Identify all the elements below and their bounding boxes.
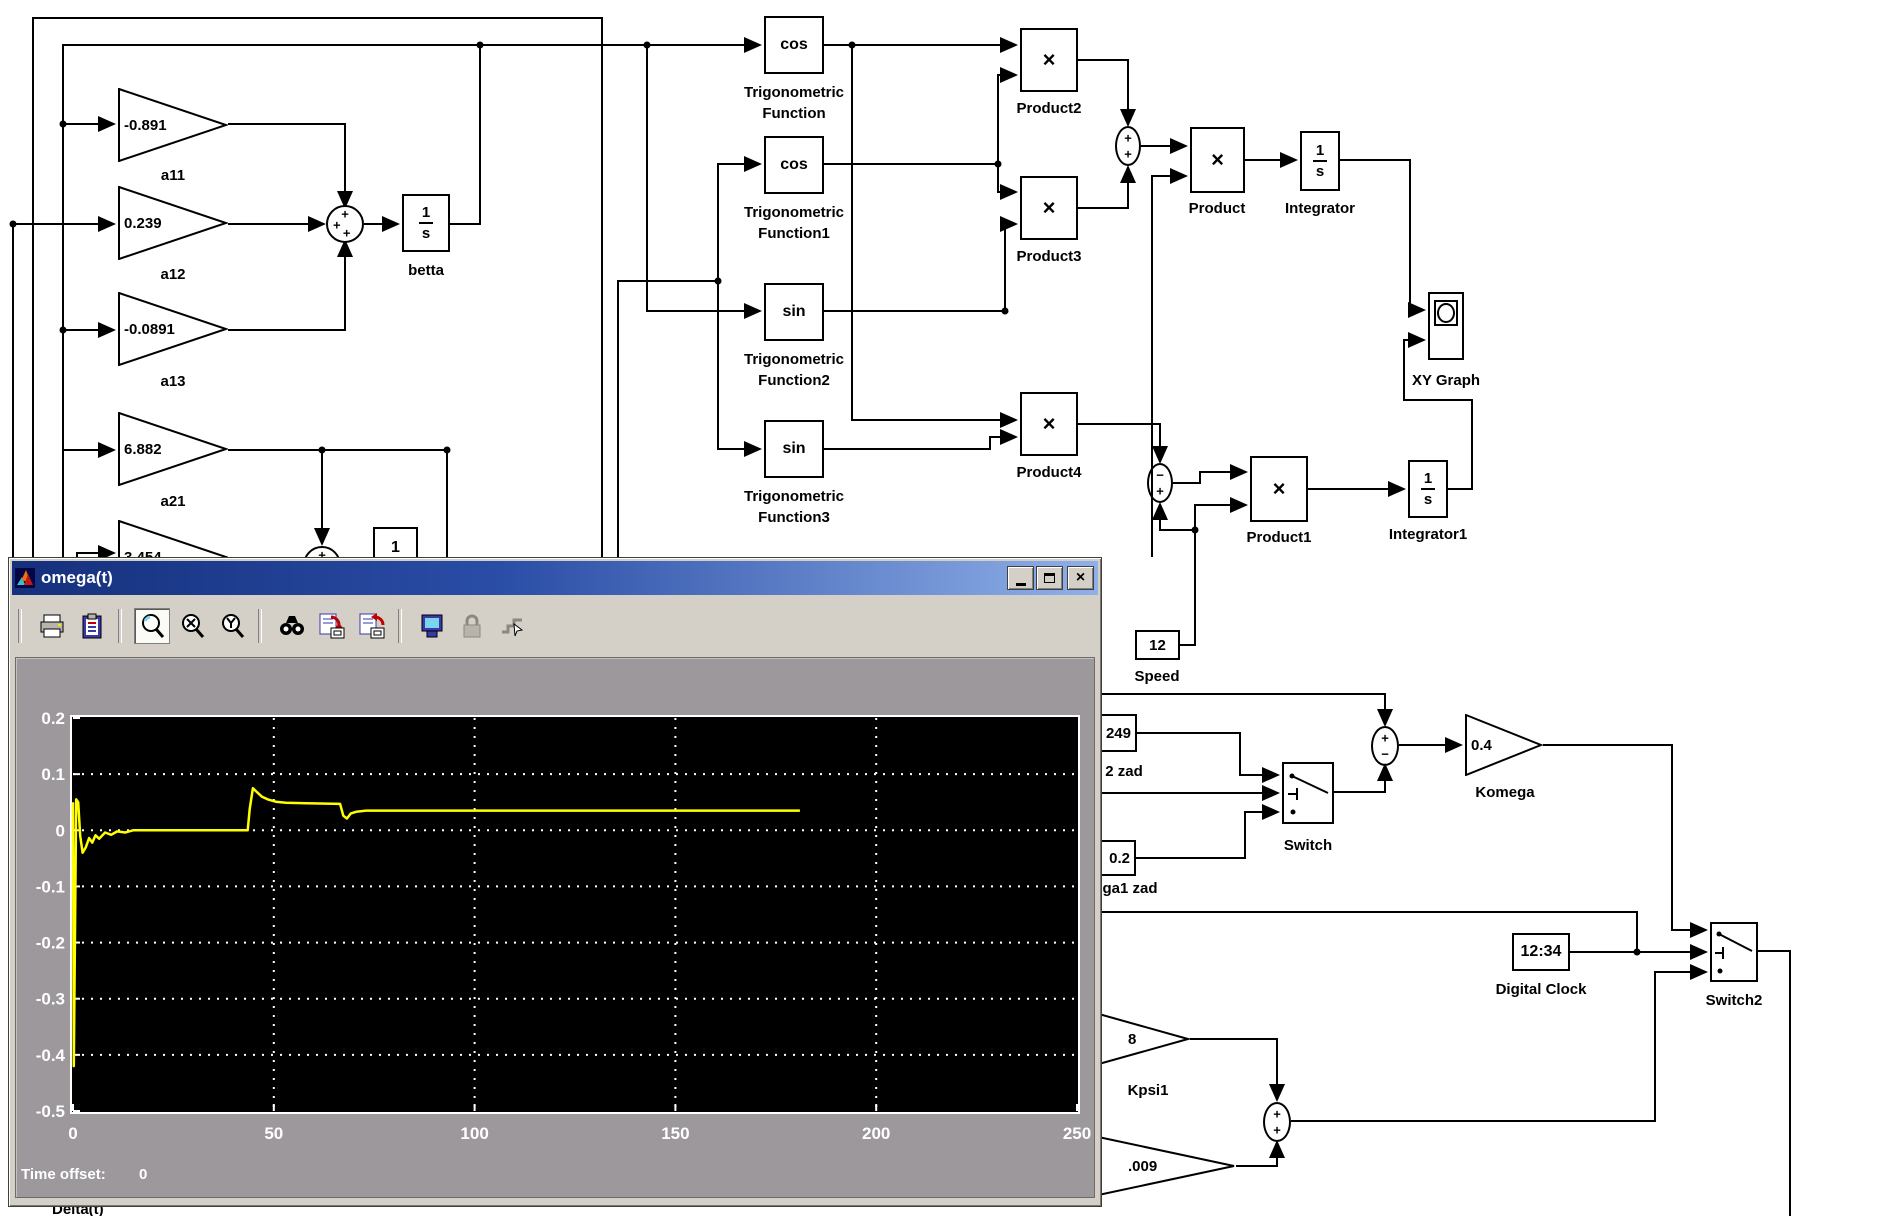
- gain-a13-value: -0.0891: [124, 292, 175, 366]
- scope-window[interactable]: omega(t) ×: [8, 557, 1102, 1207]
- gain-a12[interactable]: 0.239: [118, 186, 228, 260]
- svg-text:250: 250: [1063, 1124, 1091, 1143]
- gain-009-value: .009: [1128, 1134, 1157, 1198]
- integrator-betta[interactable]: 1 s: [402, 194, 450, 252]
- sum-betta-sign-left: +: [333, 217, 341, 232]
- gain-kpsi1-value: 8: [1128, 1008, 1136, 1070]
- gain-a13[interactable]: -0.0891: [118, 292, 228, 366]
- integrator-betta-fraction: 1 s: [419, 205, 433, 241]
- svg-text:-0.2: -0.2: [36, 934, 65, 953]
- plot-area[interactable]: [71, 716, 1079, 1113]
- sum-betta[interactable]: + + +: [326, 205, 364, 243]
- time-offset-value: 0: [139, 1166, 147, 1183]
- gain-a12-value: 0.239: [124, 186, 162, 260]
- frac-den: s: [422, 226, 430, 241]
- svg-text:-0.4: -0.4: [36, 1046, 66, 1065]
- svg-text:50: 50: [264, 1124, 283, 1143]
- frac-bar: [419, 222, 433, 224]
- sum-betta-sign-top: +: [341, 207, 349, 222]
- svg-text:0.2: 0.2: [41, 709, 65, 728]
- frac-num: 1: [422, 205, 430, 220]
- gain-a21[interactable]: 6.882: [118, 412, 228, 486]
- gain-komega[interactable]: 0.4: [1465, 714, 1543, 776]
- svg-text:0.1: 0.1: [41, 765, 65, 784]
- gain-komega-value: 0.4: [1471, 714, 1492, 776]
- simulink-canvas: -0.891 a11 0.239 a12 -0.0891 a13 6.882 a…: [0, 0, 1890, 1216]
- constant-one-value: 1: [391, 539, 400, 557]
- gain-a11-value: -0.891: [124, 88, 167, 162]
- svg-text:-0.5: -0.5: [36, 1102, 65, 1121]
- gain-a21-value: 6.882: [124, 412, 162, 486]
- sum-betta-sign-bottom: +: [343, 225, 351, 240]
- svg-text:0: 0: [68, 1124, 77, 1143]
- gain-009[interactable]: .009: [1088, 1134, 1236, 1198]
- svg-text:150: 150: [661, 1124, 689, 1143]
- svg-text:-0.3: -0.3: [36, 990, 65, 1009]
- svg-text:100: 100: [460, 1124, 488, 1143]
- time-offset-label: Time offset:: [21, 1166, 106, 1183]
- svg-text:0: 0: [56, 821, 65, 840]
- scope-plot[interactable]: 0 50 100 150 200 250 0.2 0.1 0 -0.1 -0.2 -0.3 -0.4 -0…: [9, 558, 1101, 1206]
- svg-text:-0.1: -0.1: [36, 877, 65, 896]
- gain-a11[interactable]: -0.891: [118, 88, 228, 162]
- svg-text:200: 200: [862, 1124, 890, 1143]
